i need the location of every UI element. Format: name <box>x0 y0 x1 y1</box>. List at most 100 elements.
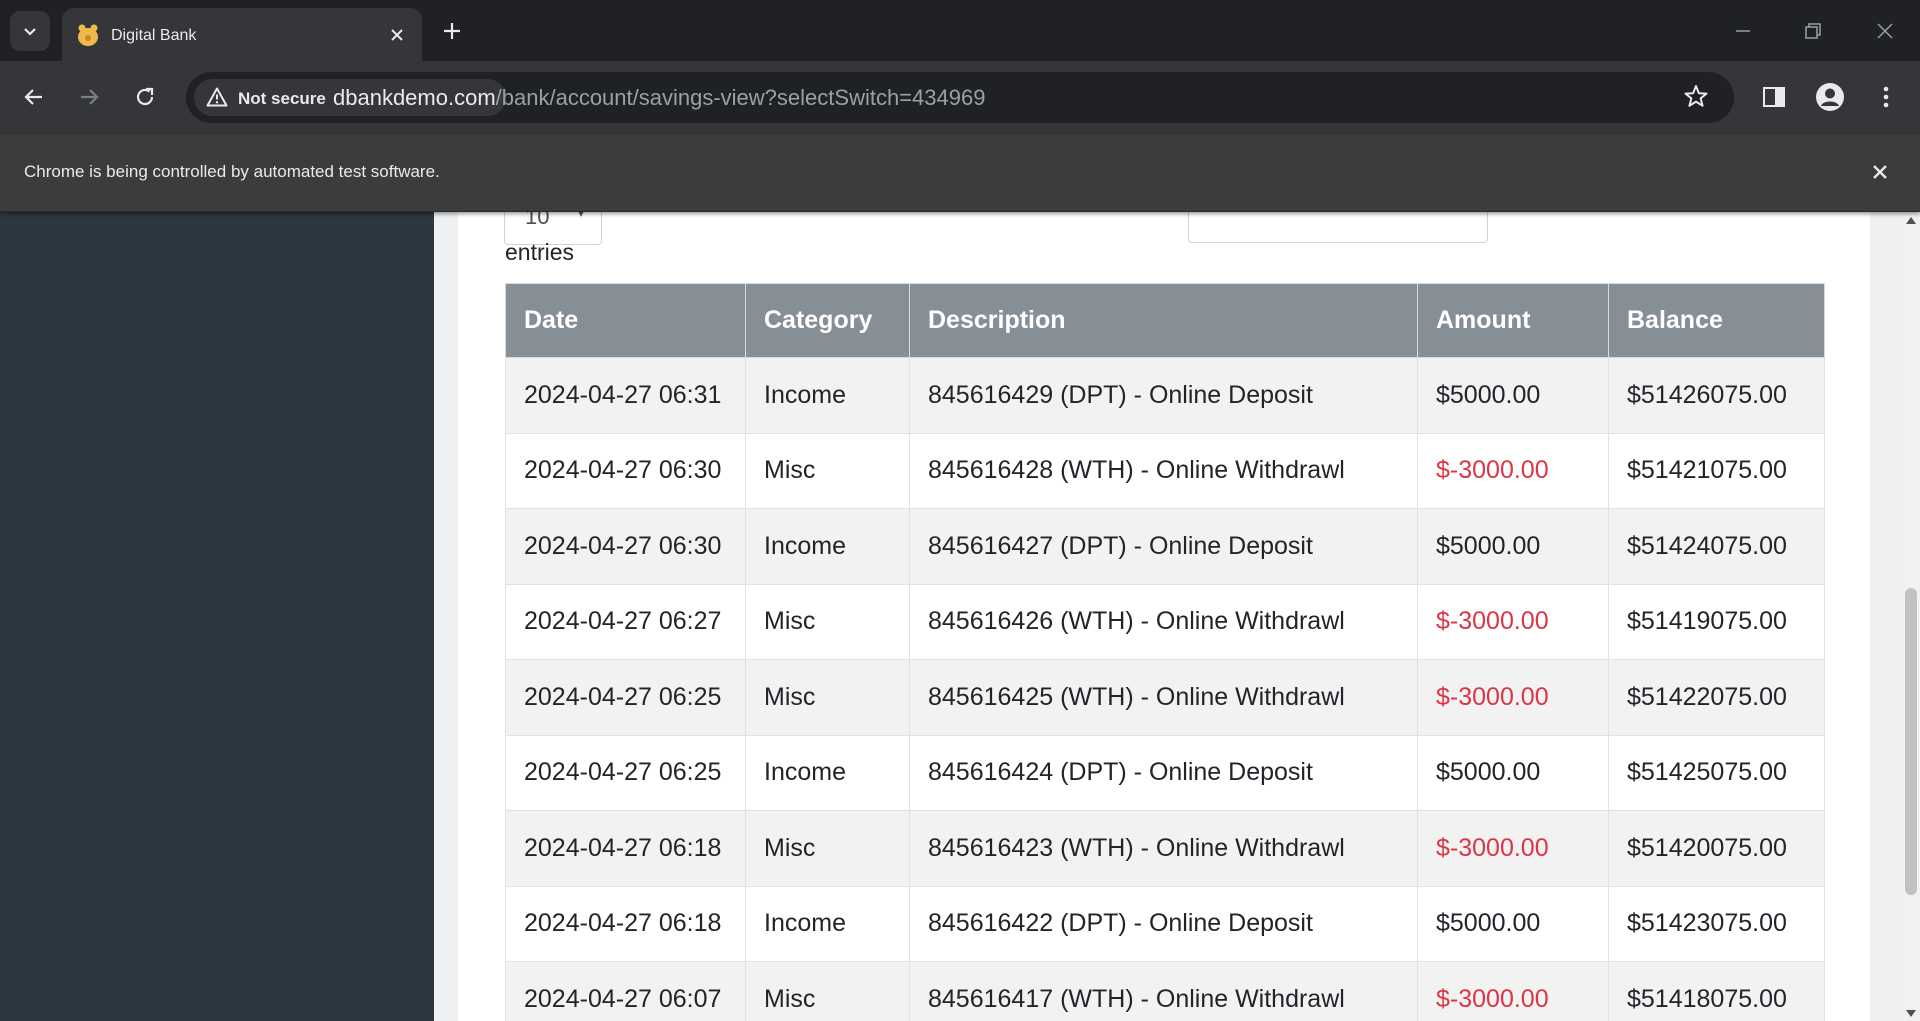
column-header-category[interactable]: Category <box>745 283 910 358</box>
scroll-down-arrow-icon[interactable] <box>1906 1010 1916 1017</box>
cell-description: 845616427 (DPT) - Online Deposit <box>909 508 1418 585</box>
close-tab-button[interactable] <box>384 22 410 48</box>
cell-category: Misc <box>745 432 910 509</box>
cell-description: 845616424 (DPT) - Online Deposit <box>909 734 1418 811</box>
transactions-table: Date Category Description Amount Balance… <box>505 283 1825 1021</box>
forward-button[interactable] <box>70 78 108 116</box>
bank-favicon-icon <box>78 24 98 46</box>
cell-date: 2024-04-27 06:18 <box>505 810 746 887</box>
column-header-amount[interactable]: Amount <box>1417 283 1609 358</box>
tab-search-icon <box>24 28 36 36</box>
cell-date: 2024-04-27 06:18 <box>505 885 746 962</box>
table-row: 2024-04-27 06:25 Income 845616424 (DPT) … <box>505 734 1825 811</box>
close-tab-icon <box>391 29 403 41</box>
close-infobar-button[interactable] <box>1868 158 1892 186</box>
cell-balance: $51426075.00 <box>1608 357 1825 434</box>
reload-icon <box>136 87 154 106</box>
security-label: Not secure <box>238 89 326 108</box>
cell-balance: $51418075.00 <box>1608 961 1825 1021</box>
new-tab-button[interactable] <box>436 15 468 47</box>
cell-description: 845616422 (DPT) - Online Deposit <box>909 885 1418 962</box>
address-bar[interactable]: Not secure dbankdemo.com/bank/account/sa… <box>186 72 1734 123</box>
entries-length-value: 10 <box>525 211 550 229</box>
menu-button[interactable] <box>1867 78 1905 116</box>
cell-category: Misc <box>745 961 910 1021</box>
cell-category: Income <box>745 357 910 434</box>
cell-amount: $-3000.00 <box>1417 432 1609 509</box>
column-header-description[interactable]: Description <box>909 283 1418 358</box>
cell-category: Misc <box>745 659 910 736</box>
cell-amount: $5000.00 <box>1417 885 1609 962</box>
table-header-row: Date Category Description Amount Balance <box>505 283 1825 358</box>
cell-description: 845616425 (WTH) - Online Withdrawl <box>909 659 1418 736</box>
cell-date: 2024-04-27 06:27 <box>505 583 746 660</box>
cell-balance: $51424075.00 <box>1608 508 1825 585</box>
cell-date: 2024-04-27 06:25 <box>505 734 746 811</box>
cell-amount: $-3000.00 <box>1417 810 1609 887</box>
table-row: 2024-04-27 06:18 Misc 845616423 (WTH) - … <box>505 810 1825 887</box>
cell-date: 2024-04-27 06:25 <box>505 659 746 736</box>
profile-icon <box>1816 83 1844 111</box>
back-arrow-icon <box>24 89 42 105</box>
back-button[interactable] <box>15 78 53 116</box>
chevron-down-icon: ▾ <box>577 211 586 221</box>
url-text[interactable]: dbankdemo.com/bank/account/savings-view?… <box>333 85 985 111</box>
cell-description: 845616428 (WTH) - Online Withdrawl <box>909 432 1418 509</box>
url-path: /bank/account/savings-view?selectSwitch=… <box>495 85 986 110</box>
cell-balance: $51425075.00 <box>1608 734 1825 811</box>
tab-search-button[interactable] <box>10 11 50 51</box>
reload-button[interactable] <box>126 78 164 116</box>
cell-balance: $51422075.00 <box>1608 659 1825 736</box>
table-row: 2024-04-27 06:31 Income 845616429 (DPT) … <box>505 357 1825 434</box>
profile-button[interactable] <box>1811 78 1849 116</box>
table-row: 2024-04-27 06:27 Misc 845616426 (WTH) - … <box>505 583 1825 660</box>
cell-description: 845616417 (WTH) - Online Withdrawl <box>909 961 1418 1021</box>
page-viewport: 10 ▾ entries Date Category Description A… <box>0 211 1902 1021</box>
tab-bar: Digital Bank <box>0 0 1920 61</box>
cell-amount: $5000.00 <box>1417 508 1609 585</box>
table-row: 2024-04-27 06:30 Income 845616427 (DPT) … <box>505 508 1825 585</box>
cell-category: Misc <box>745 583 910 660</box>
automation-infobar: Chrome is being controlled by automated … <box>0 134 1920 212</box>
url-host: dbankdemo.com <box>333 85 496 110</box>
tab-title: Digital Bank <box>111 27 197 44</box>
sidebar <box>0 211 434 1021</box>
column-header-balance[interactable]: Balance <box>1608 283 1825 358</box>
page-scrollbar[interactable] <box>1902 211 1920 1021</box>
table-row: 2024-04-27 06:07 Misc 845616417 (WTH) - … <box>505 961 1825 1021</box>
infobar-message: Chrome is being controlled by automated … <box>24 162 440 181</box>
restore-icon <box>1805 22 1821 39</box>
cell-date: 2024-04-27 06:07 <box>505 961 746 1021</box>
cell-amount: $-3000.00 <box>1417 961 1609 1021</box>
cell-date: 2024-04-27 06:30 <box>505 508 746 585</box>
bookmark-star-icon[interactable] <box>1682 83 1710 111</box>
cell-date: 2024-04-27 06:30 <box>505 432 746 509</box>
close-infobar-icon <box>1873 165 1887 179</box>
side-panel-icon <box>1763 87 1785 107</box>
cell-balance: $51423075.00 <box>1608 885 1825 962</box>
cell-balance: $51421075.00 <box>1608 432 1825 509</box>
cell-amount: $5000.00 <box>1417 357 1609 434</box>
new-tab-icon <box>444 23 460 39</box>
scroll-up-arrow-icon[interactable] <box>1906 217 1916 224</box>
column-header-date[interactable]: Date <box>505 283 746 358</box>
table-row: 2024-04-27 06:18 Income 845616422 (DPT) … <box>505 885 1825 962</box>
table-row: 2024-04-27 06:30 Misc 845616428 (WTH) - … <box>505 432 1825 509</box>
cell-date: 2024-04-27 06:31 <box>505 357 746 434</box>
forward-arrow-icon <box>81 89 99 105</box>
minimize-button[interactable] <box>1708 0 1778 61</box>
cell-description: 845616426 (WTH) - Online Withdrawl <box>909 583 1418 660</box>
menu-kebab-icon <box>1883 86 1889 108</box>
side-panel-button[interactable] <box>1755 78 1793 116</box>
cell-balance: $51420075.00 <box>1608 810 1825 887</box>
cell-amount: $-3000.00 <box>1417 583 1609 660</box>
restore-button[interactable] <box>1778 0 1848 61</box>
scrollbar-thumb[interactable] <box>1905 588 1917 895</box>
browser-tab[interactable]: Digital Bank <box>62 8 422 61</box>
table-search-input[interactable] <box>1188 211 1488 243</box>
cell-amount: $5000.00 <box>1417 734 1609 811</box>
cell-balance: $51419075.00 <box>1608 583 1825 660</box>
table-row: 2024-04-27 06:25 Misc 845616425 (WTH) - … <box>505 659 1825 736</box>
cell-description: 845616429 (DPT) - Online Deposit <box>909 357 1418 434</box>
close-window-button[interactable] <box>1850 0 1920 61</box>
